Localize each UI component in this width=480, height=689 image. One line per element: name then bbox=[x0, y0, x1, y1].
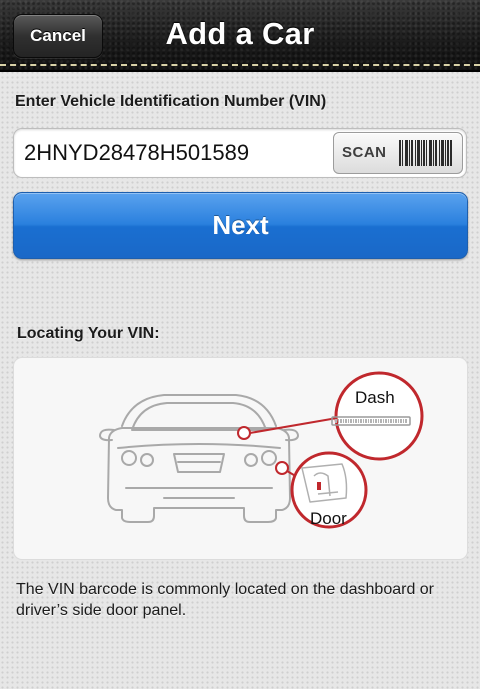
scan-button-label: SCAN bbox=[342, 144, 387, 161]
vin-input[interactable] bbox=[24, 138, 324, 168]
header-edge bbox=[0, 70, 480, 72]
navigation-bar: Cancel Add a Car bbox=[0, 0, 480, 72]
door-label: Door bbox=[310, 509, 347, 528]
vin-location-diagram: Dash Door bbox=[13, 357, 468, 560]
dash-label: Dash bbox=[355, 388, 395, 407]
barcode-icon bbox=[399, 140, 452, 166]
car-illustration: Dash Door bbox=[99, 371, 424, 529]
car-outline bbox=[99, 394, 299, 523]
vin-location-info: The VIN barcode is commonly located on t… bbox=[16, 581, 435, 619]
stitch-divider bbox=[0, 64, 480, 66]
page-title: Add a Car bbox=[165, 16, 315, 51]
vin-input-container: SCAN bbox=[13, 128, 467, 178]
next-button[interactable]: Next bbox=[13, 192, 468, 259]
locating-vin-heading: Locating Your VIN: bbox=[17, 325, 160, 342]
vin-field-label: Enter Vehicle Identification Number (VIN… bbox=[15, 93, 327, 110]
scan-button[interactable]: SCAN bbox=[333, 132, 463, 174]
